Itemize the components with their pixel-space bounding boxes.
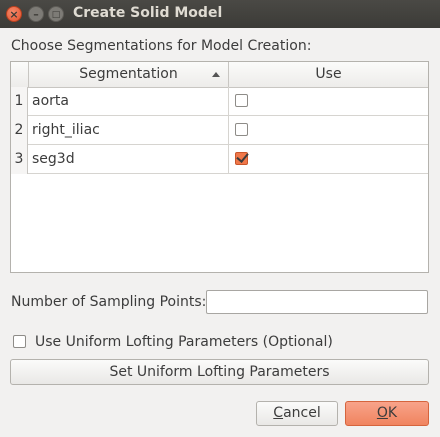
segmentation-column-header[interactable]: Segmentation	[29, 62, 229, 87]
use-checkbox[interactable]	[235, 123, 248, 136]
sampling-points-input[interactable]	[206, 290, 428, 314]
table-row[interactable]: 3 seg3d	[11, 145, 428, 174]
segmentation-name-cell[interactable]: aorta	[29, 87, 229, 116]
checkmark-icon	[236, 150, 249, 163]
use-header-label: Use	[315, 66, 342, 82]
segmentation-header-label: Segmentation	[79, 66, 178, 82]
sampling-points-label: Number of Sampling Points:	[11, 294, 207, 310]
segmentation-name-cell[interactable]: right_iliac	[29, 116, 229, 145]
use-cell[interactable]	[229, 145, 428, 174]
use-checkbox-checked[interactable]	[235, 150, 249, 165]
use-column-header[interactable]: Use	[229, 62, 428, 87]
create-solid-model-dialog: × – □ Create Solid Model Choose Segmenta…	[0, 0, 440, 437]
use-cell[interactable]	[229, 87, 428, 116]
title-bar: × – □ Create Solid Model	[0, 0, 440, 28]
cancel-mnemonic: C	[273, 405, 284, 421]
minimize-icon[interactable]: –	[28, 6, 44, 22]
close-icon[interactable]: ×	[6, 6, 22, 22]
use-cell[interactable]	[229, 116, 428, 145]
choose-segmentations-label: Choose Segmentations for Model Creation:	[11, 38, 312, 54]
segmentation-table: Segmentation Use 1 aorta 2 right_iliac 3…	[10, 61, 429, 273]
cancel-button[interactable]: Cancel	[256, 401, 338, 426]
ok-label: K	[387, 405, 398, 421]
uniform-lofting-checkbox[interactable]	[13, 335, 26, 348]
ok-button[interactable]: OK	[345, 401, 429, 426]
ok-mnemonic: O	[376, 405, 388, 421]
table-row[interactable]: 1 aorta	[11, 87, 428, 116]
cancel-label: ancel	[283, 405, 321, 421]
set-uniform-lofting-button[interactable]: Set Uniform Lofting Parameters	[10, 359, 429, 385]
sort-ascending-icon	[212, 72, 220, 77]
use-checkbox[interactable]	[235, 94, 248, 107]
table-row[interactable]: 2 right_iliac	[11, 116, 428, 145]
maximize-icon[interactable]: □	[48, 6, 64, 22]
row-number: 3	[11, 145, 28, 174]
header-corner	[11, 62, 29, 87]
row-number: 2	[11, 116, 28, 145]
row-number: 1	[11, 87, 28, 116]
uniform-lofting-label[interactable]: Use Uniform Lofting Parameters (Optional…	[35, 334, 333, 350]
table-header: Segmentation Use	[11, 62, 428, 88]
window-title: Create Solid Model	[73, 5, 223, 21]
segmentation-name-cell[interactable]: seg3d	[29, 145, 229, 174]
